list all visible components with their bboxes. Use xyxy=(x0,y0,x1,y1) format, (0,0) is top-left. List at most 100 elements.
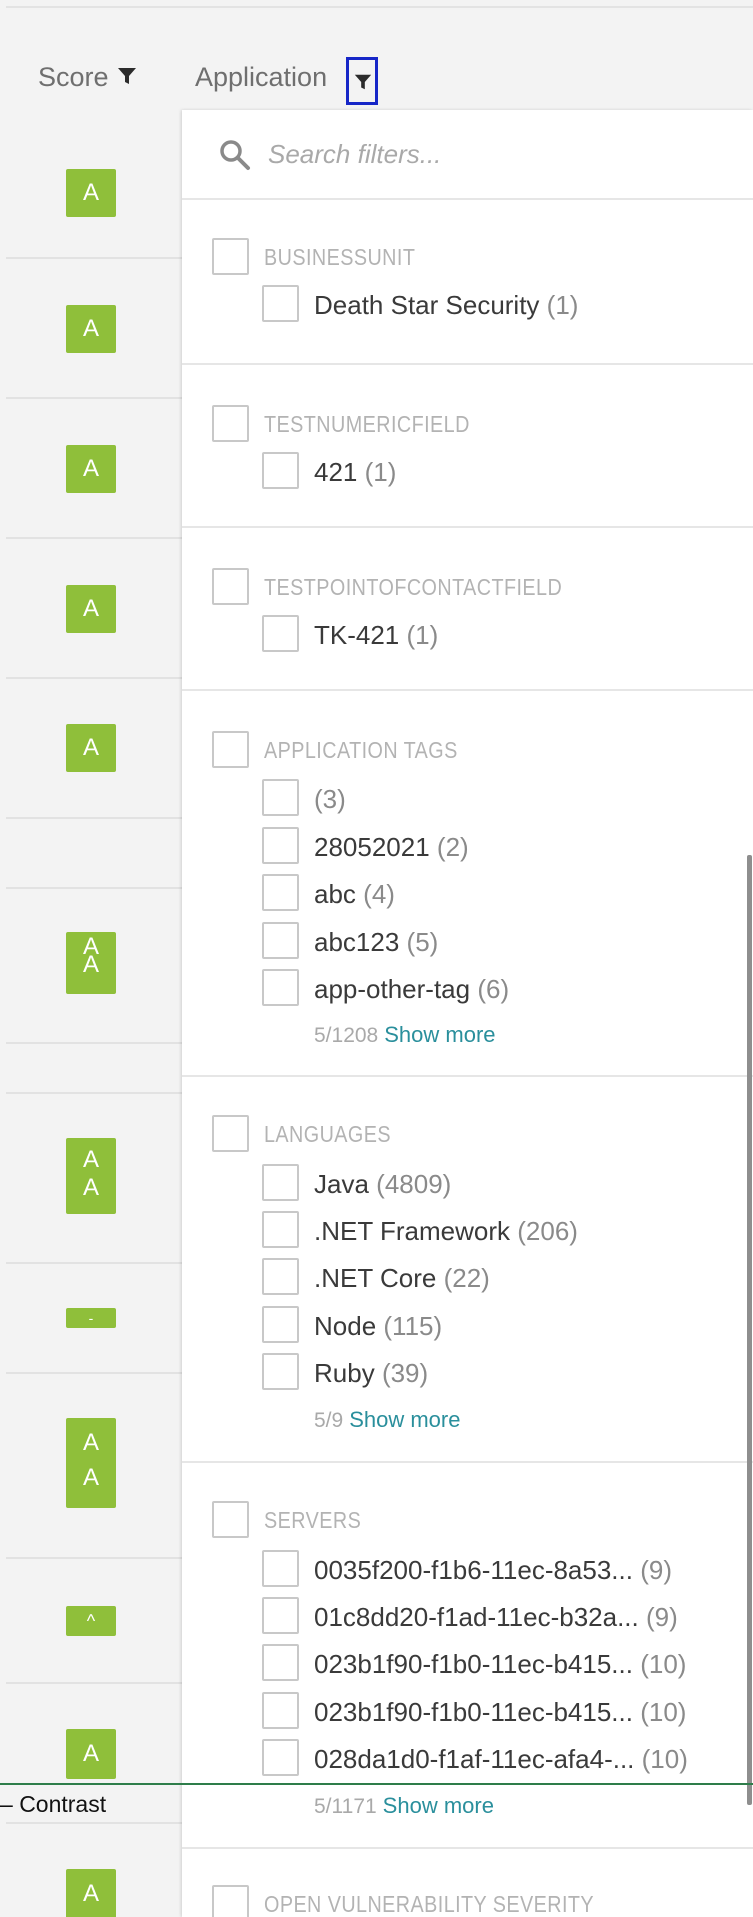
contrast-divider xyxy=(0,1783,753,1785)
filter-section-application-tags: APPLICATION TAGS (3) 28052021 (2) abc (4… xyxy=(182,691,753,1077)
filter-dropdown: BUSINESSUNIT Death Star Security (1) TES… xyxy=(182,110,753,1917)
filter-option[interactable]: 28052021 (2) xyxy=(314,832,469,863)
option-checkbox[interactable] xyxy=(262,874,299,911)
filter-option[interactable]: .NET Framework (206) xyxy=(314,1216,578,1247)
row-divider xyxy=(6,1092,186,1094)
option-checkbox[interactable] xyxy=(262,1644,299,1681)
application-column-header[interactable]: Application xyxy=(195,62,327,93)
application-header-label: Application xyxy=(195,62,328,92)
option-checkbox[interactable] xyxy=(262,1258,299,1295)
option-checkbox[interactable] xyxy=(262,285,299,322)
row-divider xyxy=(6,1262,186,1264)
score-column: A A A A A A A A A - A A ^ A A xyxy=(0,112,186,1917)
show-more-row: 5/1208 Show more xyxy=(314,1022,496,1047)
section-title: SERVERS xyxy=(264,1507,362,1533)
score-badge: - xyxy=(66,1308,116,1328)
filter-option[interactable]: 421 (1) xyxy=(314,457,396,488)
row-divider xyxy=(6,1682,186,1684)
search-icon xyxy=(218,138,252,177)
score-filter-icon[interactable] xyxy=(116,63,138,94)
section-title: BUSINESSUNIT xyxy=(264,244,416,270)
filter-option[interactable]: .NET Core (22) xyxy=(314,1263,490,1294)
score-badge: A A xyxy=(66,932,116,994)
section-checkbox[interactable] xyxy=(212,568,249,605)
section-checkbox[interactable] xyxy=(212,1885,249,1917)
option-checkbox[interactable] xyxy=(262,922,299,959)
option-checkbox[interactable] xyxy=(262,1164,299,1201)
filter-option[interactable]: 023b1f90-f1b0-11ec-b415... (10) xyxy=(314,1697,686,1728)
row-divider xyxy=(6,677,186,679)
score-badge: A xyxy=(66,305,116,353)
contrast-label: – Contrast xyxy=(0,1791,107,1817)
filter-search-row xyxy=(182,110,753,200)
filter-section-testpointofcontactfield: TESTPOINTOFCONTACTFIELD TK-421 (1) xyxy=(182,528,753,691)
option-checkbox[interactable] xyxy=(262,827,299,864)
filter-option[interactable]: Node (115) xyxy=(314,1311,442,1342)
score-badge: A xyxy=(66,169,116,217)
section-title: TESTPOINTOFCONTACTFIELD xyxy=(264,574,563,600)
score-badge: A xyxy=(66,445,116,493)
filter-option[interactable]: Death Star Security (1) xyxy=(314,290,578,321)
option-checkbox[interactable] xyxy=(262,779,299,816)
filter-option[interactable]: (3) xyxy=(314,784,346,815)
filter-section-testnumericfield: TESTNUMERICFIELD 421 (1) xyxy=(182,365,753,528)
page: A A A A A A A A A - A A ^ A A Score Appl… xyxy=(0,0,753,1917)
row-divider xyxy=(6,537,186,539)
row-divider xyxy=(6,1372,186,1374)
row-divider xyxy=(6,817,186,819)
application-filter-button[interactable] xyxy=(346,57,378,105)
score-badge: A A xyxy=(66,1418,116,1508)
filter-option[interactable]: abc123 (5) xyxy=(314,927,438,958)
score-badge: A A xyxy=(66,1138,116,1214)
score-badge: A xyxy=(66,724,116,772)
filter-search-input[interactable] xyxy=(268,134,728,174)
show-more-row: 5/9 Show more xyxy=(314,1407,461,1432)
filter-section-businessunit: BUSINESSUNIT Death Star Security (1) xyxy=(182,200,753,365)
filter-option[interactable]: Ruby (39) xyxy=(314,1358,428,1389)
score-header-label: Score xyxy=(38,62,109,92)
row-divider xyxy=(6,1557,186,1559)
option-checkbox[interactable] xyxy=(262,1597,299,1634)
option-checkbox[interactable] xyxy=(262,615,299,652)
filter-option[interactable]: 028da1d0-f1af-11ec-afa4-... (10) xyxy=(314,1744,688,1775)
filter-section-open-vulnerability-severity: OPEN VULNERABILITY SEVERITY xyxy=(182,1849,753,1917)
show-more-link[interactable]: Show more xyxy=(349,1407,460,1432)
section-title: LANGUAGES xyxy=(264,1121,391,1147)
filter-section-languages: LANGUAGES Java (4809) .NET Framework (20… xyxy=(182,1077,753,1463)
row-divider xyxy=(6,257,186,259)
section-checkbox[interactable] xyxy=(212,1501,249,1538)
filter-option[interactable]: abc (4) xyxy=(314,879,395,910)
show-more-link[interactable]: Show more xyxy=(384,1022,495,1047)
option-checkbox[interactable] xyxy=(262,452,299,489)
filter-option[interactable]: 01c8dd20-f1ad-11ec-b32a... (9) xyxy=(314,1602,678,1633)
filter-option[interactable]: TK-421 (1) xyxy=(314,620,438,651)
filter-option[interactable]: Java (4809) xyxy=(314,1169,451,1200)
filter-option[interactable]: 0035f200-f1b6-11ec-8a53... (9) xyxy=(314,1555,672,1586)
filter-option[interactable]: 023b1f90-f1b0-11ec-b415... (10) xyxy=(314,1649,686,1680)
option-checkbox[interactable] xyxy=(262,1353,299,1390)
section-title: OPEN VULNERABILITY SEVERITY xyxy=(264,1891,595,1917)
row-divider xyxy=(6,397,186,399)
panel-scrollbar[interactable] xyxy=(747,855,752,1805)
application-filter-icon xyxy=(353,72,373,97)
section-checkbox[interactable] xyxy=(212,731,249,768)
option-checkbox[interactable] xyxy=(262,969,299,1006)
option-checkbox[interactable] xyxy=(262,1739,299,1776)
score-column-header[interactable]: Score xyxy=(38,62,138,94)
score-badge: A xyxy=(66,585,116,633)
score-badge: ^ xyxy=(66,1606,116,1636)
option-checkbox[interactable] xyxy=(262,1306,299,1343)
score-badge: A xyxy=(66,1729,116,1779)
option-checkbox[interactable] xyxy=(262,1211,299,1248)
section-title: APPLICATION TAGS xyxy=(264,737,458,763)
section-title: TESTNUMERICFIELD xyxy=(264,411,470,437)
filter-option[interactable]: app-other-tag (6) xyxy=(314,974,509,1005)
row-divider xyxy=(6,887,186,889)
option-checkbox[interactable] xyxy=(262,1692,299,1729)
section-checkbox[interactable] xyxy=(212,1115,249,1152)
contrast-overlay: – Contrast xyxy=(0,1783,753,1823)
section-checkbox[interactable] xyxy=(212,405,249,442)
row-divider xyxy=(6,1042,186,1044)
option-checkbox[interactable] xyxy=(262,1550,299,1587)
section-checkbox[interactable] xyxy=(212,238,249,275)
